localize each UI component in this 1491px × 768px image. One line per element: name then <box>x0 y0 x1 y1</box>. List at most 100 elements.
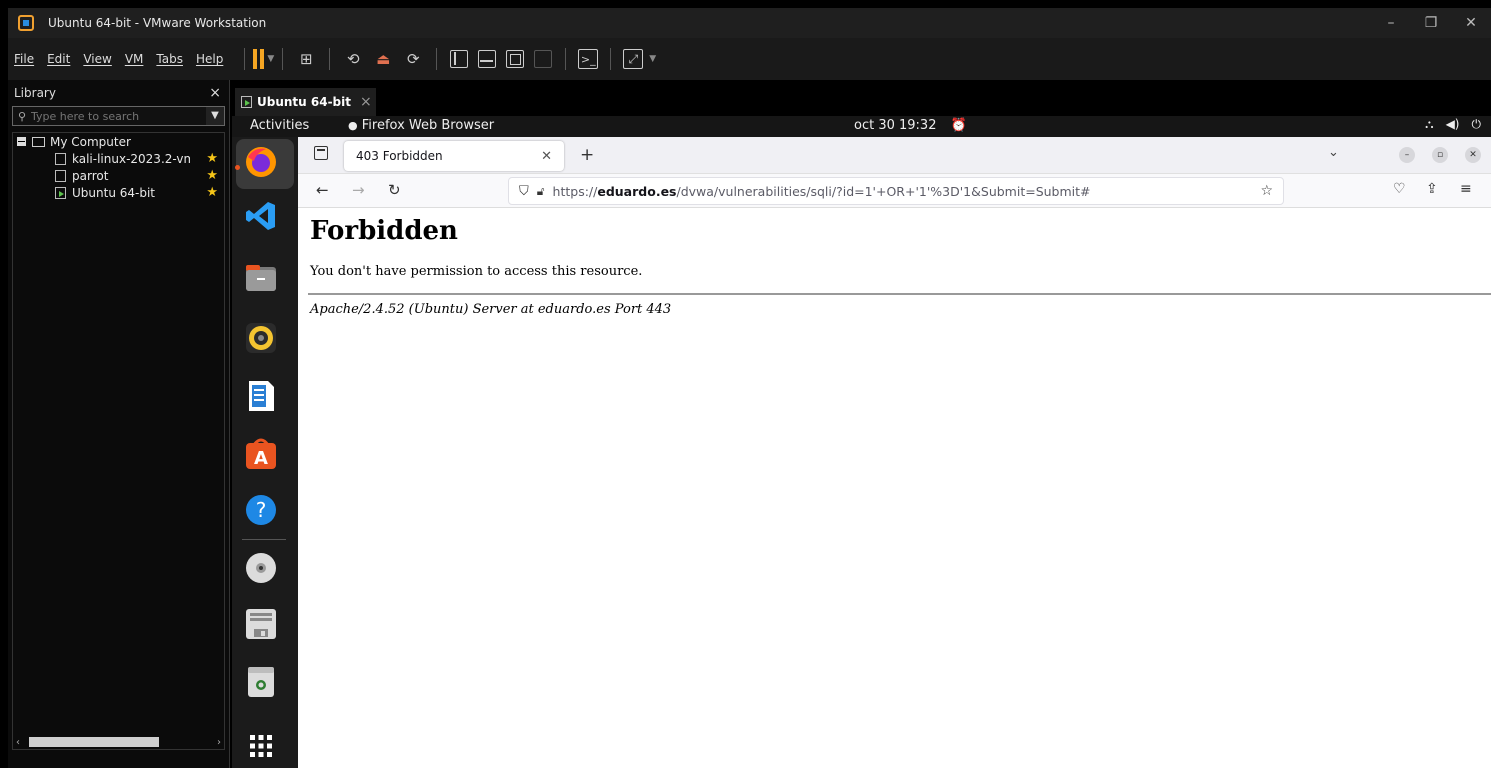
app-menu-label: Firefox Web Browser <box>361 118 495 133</box>
vm-tab-ubuntu[interactable]: Ubuntu 64-bit × <box>235 88 376 116</box>
toolbar-separator <box>436 48 438 70</box>
vm-tree: My Computer kali-linux-2023.2-vmware-amd… <box>12 132 225 750</box>
window-minimize-icon[interactable]: – <box>1399 147 1415 163</box>
hamburger-menu-icon[interactable]: ≡ <box>1460 181 1472 197</box>
show-apps-icon[interactable] <box>244 729 278 763</box>
tracking-shield-icon[interactable]: ⛉ <box>519 184 529 199</box>
chevron-down-icon[interactable]: ▼ <box>649 54 656 64</box>
horizontal-scrollbar[interactable]: ‹ › <box>13 735 224 749</box>
vm-icon <box>55 169 66 182</box>
favorite-star-icon: ★ <box>206 168 218 183</box>
page-heading: Forbidden <box>310 216 458 246</box>
bookmark-star-icon[interactable]: ☆ <box>1260 183 1273 199</box>
pocket-icon[interactable]: ♡ <box>1393 181 1406 197</box>
full-screen-icon[interactable] <box>506 50 525 68</box>
list-all-tabs-icon[interactable] <box>314 146 328 160</box>
stretch-guest-icon[interactable]: ⤢ <box>623 49 644 69</box>
url-text[interactable]: https://eduardo.es/dvwa/vulnerabilities/… <box>553 184 1091 199</box>
firefox-icon[interactable] <box>244 145 278 179</box>
vm-running-icon <box>241 96 252 108</box>
browser-tab-title: 403 Forbidden <box>356 149 443 163</box>
tree-item-my-computer[interactable]: My Computer <box>13 133 224 150</box>
libreoffice-writer-icon[interactable] <box>244 379 278 413</box>
tree-item-parrot[interactable]: parrot ★ <box>13 167 224 184</box>
url-bar[interactable]: ⛉ 🔓︎ https://eduardo.es/dvwa/vulnerabili… <box>508 177 1284 205</box>
library-search[interactable]: ⚲ ▼ <box>12 106 225 126</box>
alarm-icon: ⏰ <box>950 118 967 133</box>
firefox-window: 403 Forbidden ✕ + ⌄ – ▫ ✕ ← → ↻ ⛉ 🔓︎ htt… <box>298 137 1491 768</box>
toolbar-separator <box>244 48 246 70</box>
library-search-input[interactable] <box>31 109 206 123</box>
firefox-tab-bar: 403 Forbidden ✕ + ⌄ – ▫ ✕ <box>298 137 1491 174</box>
library-panel: Library × ⚲ ▼ My Computer kali-linux-202… <box>8 80 230 768</box>
snapshot-icon[interactable]: ⟲ <box>342 48 364 70</box>
system-menu[interactable]: ⛬ ◀) ⏻ <box>1425 117 1481 132</box>
browser-tab[interactable]: 403 Forbidden ✕ <box>344 141 564 171</box>
favorite-star-icon: ★ <box>206 185 218 200</box>
activities-button[interactable]: Activities <box>250 118 309 133</box>
scroll-left-icon[interactable]: ‹ <box>16 737 20 748</box>
window-title: Ubuntu 64-bit - VMware Workstation <box>48 16 267 30</box>
vm-icon <box>55 152 66 165</box>
favorite-star-icon: ★ <box>206 151 218 166</box>
rhythmbox-icon[interactable] <box>244 321 278 355</box>
window-close-icon[interactable]: ✕ <box>1465 147 1481 163</box>
extensions-icon[interactable]: ⇪ <box>1426 181 1438 197</box>
files-icon[interactable] <box>244 261 278 295</box>
app-menu[interactable]: ● Firefox Web Browser <box>348 118 494 133</box>
minimize-button[interactable]: – <box>1371 15 1411 31</box>
firefox-nav-bar: ← → ↻ ⛉ 🔓︎ https://eduardo.es/dvwa/vulne… <box>298 174 1491 208</box>
insecure-lock-icon[interactable]: 🔓︎ <box>537 184 545 199</box>
tree-item-label: Ubuntu 64-bit <box>72 185 155 200</box>
reload-icon[interactable]: ↻ <box>388 181 401 199</box>
forward-icon[interactable]: → <box>352 181 365 199</box>
app-center-icon[interactable]: A <box>244 437 278 471</box>
window-maximize-icon[interactable]: ▫ <box>1432 147 1448 163</box>
library-close-icon[interactable]: × <box>209 85 221 101</box>
show-library-icon[interactable] <box>450 50 469 68</box>
close-button[interactable]: ✕ <box>1451 15 1491 31</box>
vm-tab-close-icon[interactable]: × <box>360 94 372 110</box>
menu-view[interactable]: View <box>83 52 111 66</box>
console-view-icon[interactable]: >_ <box>578 49 599 69</box>
vmware-app-icon <box>18 15 34 31</box>
volume-icon: ◀) <box>1445 117 1460 131</box>
floppy-drive-icon[interactable] <box>244 607 278 641</box>
tab-close-icon[interactable]: ✕ <box>541 149 552 164</box>
chevron-down-icon[interactable]: ▼ <box>267 54 274 64</box>
snapshot-manager-icon[interactable]: ⟳ <box>402 48 424 70</box>
clock[interactable]: oct 30 19:32 ⏰ <box>854 118 967 133</box>
menu-vm[interactable]: VM <box>125 52 144 66</box>
trash-icon[interactable] <box>244 665 278 699</box>
scrollbar-thumb[interactable] <box>29 737 159 747</box>
vscode-icon[interactable] <box>244 199 278 233</box>
revert-snapshot-icon[interactable]: ⏏ <box>372 48 394 70</box>
menu-edit[interactable]: Edit <box>47 52 70 66</box>
computer-icon <box>32 136 45 147</box>
thumbnail-bar-icon[interactable] <box>478 50 497 68</box>
back-icon[interactable]: ← <box>316 181 329 199</box>
tree-item-ubuntu[interactable]: Ubuntu 64-bit ★ <box>13 184 224 201</box>
chevron-down-icon[interactable]: ⌄ <box>1328 145 1339 160</box>
dock-divider <box>242 539 286 540</box>
menu-help[interactable]: Help <box>196 52 223 66</box>
toolbar-separator <box>329 48 331 70</box>
chevron-down-icon[interactable]: ▼ <box>206 107 224 125</box>
menu-tabs[interactable]: Tabs <box>156 52 183 66</box>
unity-icon[interactable] <box>534 50 553 68</box>
new-tab-icon[interactable]: + <box>580 145 594 165</box>
menu-file[interactable]: File <box>14 52 34 66</box>
web-page: Forbidden You don't have permission to a… <box>298 208 1491 768</box>
tree-item-label: kali-linux-2023.2-vmware-amd64 <box>72 151 190 166</box>
tree-item-label: My Computer <box>50 134 131 149</box>
help-icon[interactable]: ? <box>244 493 278 527</box>
scroll-right-icon[interactable]: › <box>217 737 221 748</box>
tree-item-kali[interactable]: kali-linux-2023.2-vmware-amd64 ★ <box>13 150 224 167</box>
search-icon: ⚲ <box>17 109 27 123</box>
send-ctrl-alt-del-icon[interactable]: ⊞ <box>295 48 317 70</box>
collapse-icon[interactable] <box>17 137 26 146</box>
network-icon: ⛬ <box>1425 117 1434 131</box>
dvd-drive-icon[interactable] <box>244 551 278 585</box>
maximize-button[interactable]: ❐ <box>1411 15 1451 31</box>
pause-icon[interactable] <box>253 49 265 69</box>
